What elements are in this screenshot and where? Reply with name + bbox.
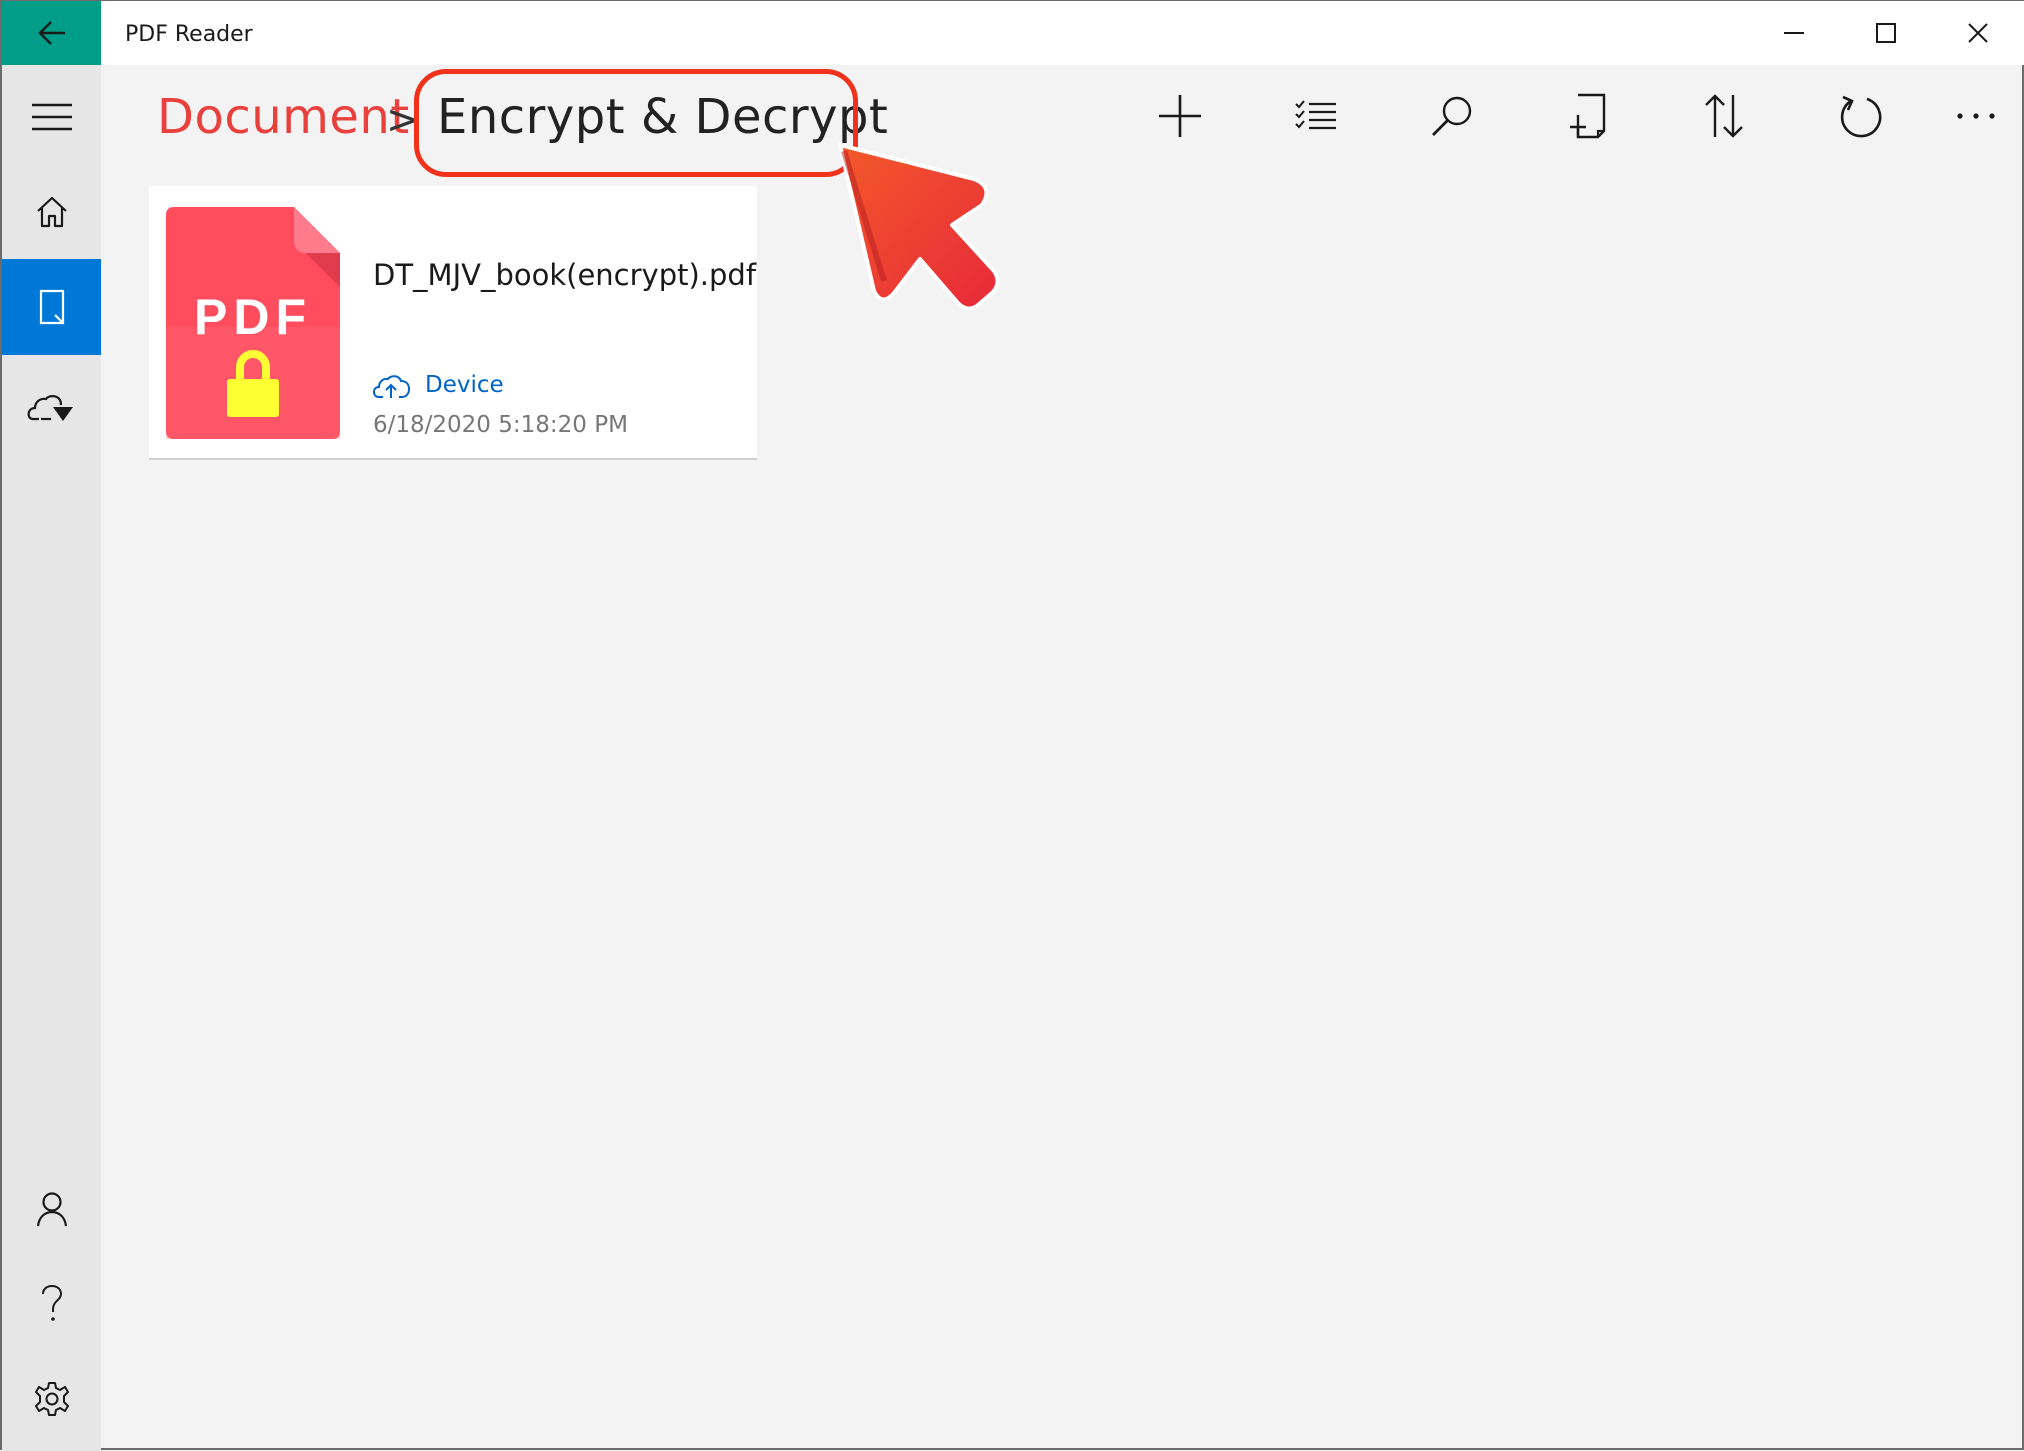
add-icon — [1159, 95, 1201, 137]
maximize-button[interactable] — [1840, 1, 1932, 65]
minimize-button[interactable] — [1748, 1, 1840, 65]
breadcrumb-document[interactable]: Document — [157, 89, 410, 145]
search-button[interactable] — [1419, 83, 1485, 149]
minimize-icon — [1784, 32, 1804, 34]
settings-icon — [34, 1382, 69, 1416]
hamburger-menu-button[interactable] — [2, 71, 101, 163]
pdf-thumbnail-label: PDF — [194, 289, 312, 345]
file-location: Device — [425, 372, 504, 398]
sidebar — [2, 65, 101, 1451]
sidebar-item-cloud[interactable] — [2, 362, 101, 454]
new-file-icon — [1570, 93, 1606, 139]
close-button[interactable] — [1932, 1, 2024, 65]
home-icon — [36, 196, 67, 228]
back-arrow-icon — [37, 21, 65, 45]
sidebar-item-settings[interactable] — [2, 1353, 101, 1445]
back-button[interactable] — [2, 1, 101, 65]
sidebar-item-home[interactable] — [2, 166, 101, 258]
cloud-icon — [27, 395, 73, 421]
user-icon — [36, 1192, 67, 1227]
add-button[interactable] — [1147, 83, 1213, 149]
select-list-button[interactable] — [1283, 83, 1349, 149]
cloud-upload-icon — [373, 375, 411, 398]
hamburger-menu-icon — [31, 103, 72, 131]
file-modified-date: 6/18/2020 5:18:20 PM — [373, 412, 628, 438]
pdf-lock-file-icon: PDF — [166, 207, 340, 439]
refresh-button[interactable] — [1827, 83, 1893, 149]
sidebar-item-account[interactable] — [2, 1163, 101, 1255]
close-icon — [1968, 23, 1988, 43]
file-name: DT_MJV_book(encrypt).pdf — [373, 258, 757, 292]
more-icon — [1957, 113, 1995, 119]
title-bar: PDF Reader — [2, 1, 2024, 65]
refresh-icon — [1840, 95, 1882, 138]
annotation-pointer-arrow — [838, 143, 1000, 311]
maximize-icon — [1876, 23, 1896, 43]
sidebar-item-document[interactable] — [2, 259, 101, 355]
more-options-button[interactable] — [1943, 83, 2009, 149]
file-card[interactable]: PDF DT_MJV_book(encrypt).pdf Device 6/18… — [149, 186, 757, 460]
sidebar-item-help[interactable] — [2, 1258, 101, 1350]
search-icon — [1432, 96, 1472, 136]
app-title: PDF Reader — [125, 22, 253, 47]
help-icon — [41, 1284, 62, 1321]
select-list-icon — [1295, 100, 1336, 130]
document-icon — [39, 289, 64, 325]
sort-icon — [1705, 94, 1743, 138]
sort-button[interactable] — [1691, 83, 1757, 149]
annotation-highlight-ring — [414, 69, 858, 177]
new-file-button[interactable] — [1555, 83, 1621, 149]
app-window: PDF Reader Document > Encrypt & Decrypt … — [0, 0, 2024, 1451]
